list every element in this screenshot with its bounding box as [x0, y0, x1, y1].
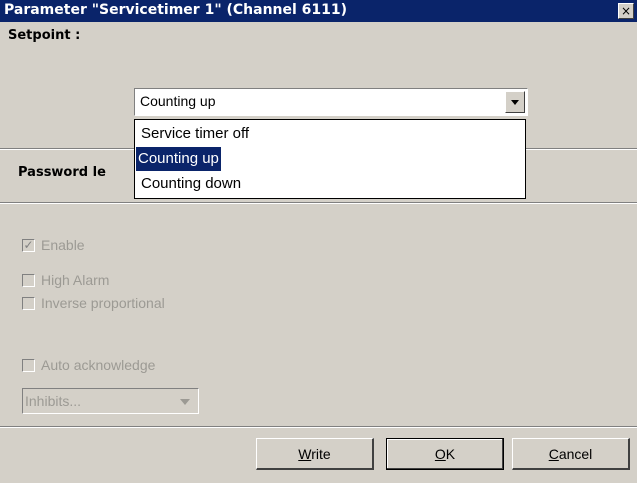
dropdown-option-service-timer-off[interactable]: Service timer off	[136, 122, 254, 146]
setpoint-select[interactable]: Counting up	[134, 88, 528, 116]
ok-button[interactable]: OK	[386, 438, 504, 470]
checkbox-icon	[22, 273, 35, 287]
dropdown-option-counting-up[interactable]: Counting up	[136, 147, 221, 171]
high-alarm-label: High Alarm	[41, 272, 110, 288]
chevron-down-icon	[180, 399, 190, 405]
cancel-button-label: ancel	[558, 446, 593, 462]
footer-divider	[0, 426, 637, 428]
cancel-button-mnemonic: C	[548, 446, 559, 462]
inverse-proportional-checkbox[interactable]: Inverse proportional	[22, 294, 165, 312]
inverse-proportional-label: Inverse proportional	[41, 295, 165, 311]
auto-acknowledge-checkbox[interactable]: Auto acknowledge	[22, 356, 155, 374]
chevron-down-icon	[511, 100, 519, 105]
inhibits-select[interactable]: Inhibits...	[22, 388, 199, 414]
section-divider	[0, 202, 637, 204]
write-button-label: rite	[311, 446, 331, 462]
high-alarm-checkbox[interactable]: High Alarm	[22, 271, 109, 289]
dropdown-option-counting-down[interactable]: Counting down	[136, 172, 246, 196]
setpoint-select-value: Counting up	[140, 93, 216, 109]
title-bar: Parameter "Servicetimer 1" (Channel 6111…	[0, 0, 637, 22]
checkbox-icon	[22, 296, 35, 310]
auto-acknowledge-label: Auto acknowledge	[41, 357, 156, 373]
cancel-button[interactable]: Cancel	[512, 438, 630, 470]
inhibits-select-value: Inhibits...	[25, 393, 82, 409]
setpoint-label: Setpoint :	[8, 28, 81, 43]
ok-button-label: K	[445, 446, 456, 462]
password-level-label: Password le	[18, 165, 106, 180]
enable-checkbox[interactable]: ✓ Enable	[22, 236, 85, 254]
checkbox-icon	[22, 358, 35, 372]
write-button[interactable]: Write	[256, 438, 374, 470]
setpoint-select-arrow-button[interactable]	[505, 91, 525, 113]
close-icon: ×	[620, 4, 632, 18]
enable-label: Enable	[41, 237, 85, 253]
checkbox-checked-icon: ✓	[22, 237, 35, 252]
write-button-mnemonic: W	[298, 446, 312, 462]
ok-button-mnemonic: O	[434, 446, 446, 462]
close-button[interactable]: ×	[618, 3, 634, 19]
window-title: Parameter "Servicetimer 1" (Channel 6111…	[4, 2, 348, 18]
setpoint-dropdown-list: Service timer off Counting up Counting d…	[134, 119, 526, 199]
